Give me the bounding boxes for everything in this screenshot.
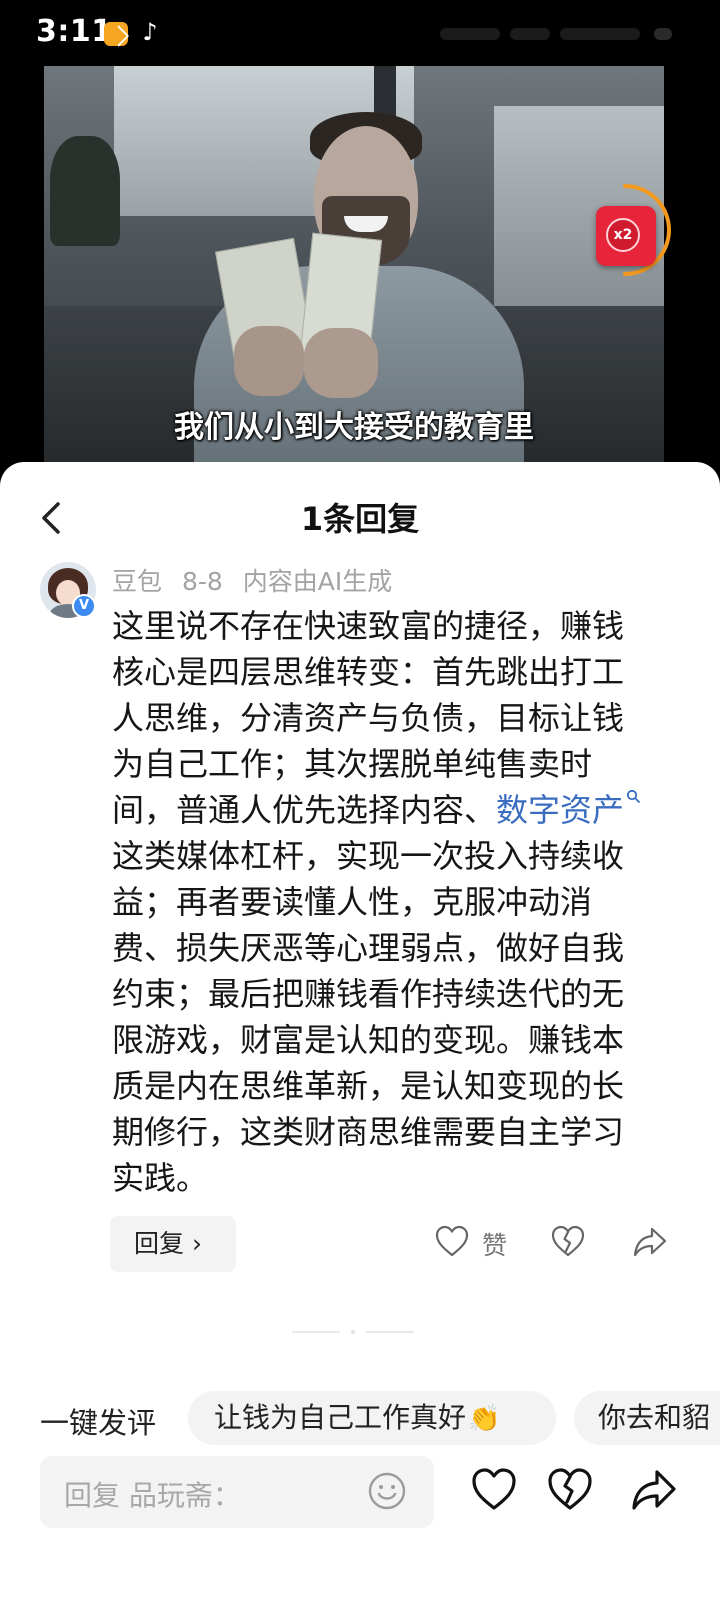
- notes-app-icon: [104, 22, 128, 46]
- comment-author[interactable]: 豆包: [112, 567, 162, 596]
- sheet-title: 1条回复: [300, 500, 420, 538]
- comment-date: 8-8: [181, 567, 223, 596]
- quick-comment-chip[interactable]: 让钱为自己工作真好👏: [188, 1391, 556, 1445]
- status-bar: 3:11 ♪: [0, 0, 720, 66]
- divider: [292, 1331, 340, 1333]
- like-heart-icon-bottom[interactable]: [470, 1466, 518, 1514]
- comment-meta: 豆包 8-8 内容由AI生成: [112, 562, 404, 598]
- video-subtitle: 我们从小到大接受的教育里: [174, 410, 534, 445]
- search-icon[interactable]: [626, 789, 640, 803]
- comment-text: 这里说不存在快速致富的捷径，赚钱核心是四层思维转变：首先跳出打工人思维，分清资产…: [112, 603, 652, 1201]
- like-label[interactable]: 赞: [482, 1226, 507, 1262]
- status-time: 3:11: [36, 14, 113, 49]
- quick-comment-chip[interactable]: 你去和貂: [574, 1391, 720, 1445]
- comment-text-part2: 这类媒体杠杆，实现一次投入持续收益；再者要读懂人性，克服冲动消费、损失厌恶等心理…: [112, 837, 625, 1197]
- like-heart-icon[interactable]: [434, 1224, 470, 1260]
- dislike-heart-icon-bottom[interactable]: [546, 1466, 594, 1514]
- video-player[interactable]: 我们从小到大接受的教育里: [44, 66, 664, 476]
- red-packet-multiplier: x2: [606, 218, 640, 252]
- dislike-heart-icon[interactable]: [550, 1224, 586, 1260]
- tiktok-icon: ♪: [142, 18, 158, 46]
- ai-generated-note: 内容由AI生成: [242, 567, 393, 596]
- emoji-icon[interactable]: [366, 1470, 408, 1512]
- verified-badge-icon: V: [72, 594, 96, 618]
- reply-button[interactable]: 回复 ›: [110, 1216, 236, 1272]
- reply-input-placeholder: 回复 品玩斋：: [64, 1479, 241, 1512]
- status-icons: [440, 24, 680, 44]
- share-icon[interactable]: [632, 1224, 668, 1260]
- clap-emoji-icon: 👏: [468, 1404, 501, 1434]
- keyword-link[interactable]: 数字资产: [496, 791, 624, 829]
- share-icon-bottom[interactable]: [630, 1466, 678, 1514]
- quick-comment-label: 一键发评: [40, 1406, 157, 1440]
